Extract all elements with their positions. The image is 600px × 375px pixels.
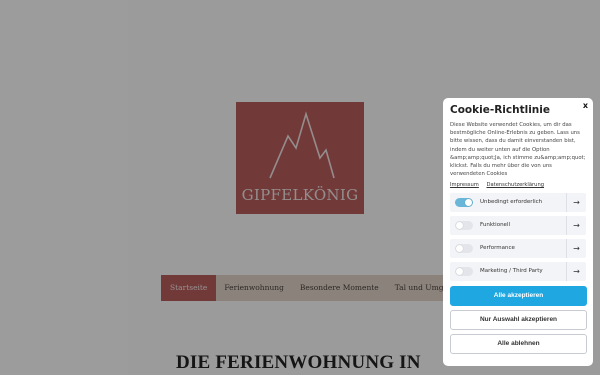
category-label: Unbedingt erforderlich [480, 199, 543, 206]
impressum-link[interactable]: Impressum [450, 182, 479, 188]
cookie-title: Cookie-Richtlinie [450, 104, 550, 116]
accept-selection-button[interactable]: Nur Auswahl akzeptieren [450, 310, 587, 331]
category-label: Performance [480, 245, 515, 252]
category-functional: Funktionell → [450, 216, 586, 236]
arrow-right-icon[interactable]: → [566, 262, 586, 282]
cookie-dialog: x Cookie-Richtlinie Diese Website verwen… [443, 98, 593, 366]
performance-toggle[interactable] [455, 244, 473, 254]
reject-all-button[interactable]: Alle ablehnen [450, 334, 587, 355]
cookie-links: Impressum Datenschutzerklärung [450, 182, 586, 188]
cookie-description: Diese Website verwendet Cookies, um dir … [450, 122, 586, 178]
category-marketing: Marketing / Third Party → [450, 262, 586, 282]
close-icon[interactable]: x [583, 101, 588, 110]
accept-all-button[interactable]: Alle akzeptieren [450, 286, 587, 307]
marketing-toggle[interactable] [455, 267, 473, 277]
category-necessary: Unbedingt erforderlich → [450, 193, 586, 213]
cookie-categories: Unbedingt erforderlich → Funktionell → P… [450, 193, 586, 282]
privacy-link[interactable]: Datenschutzerklärung [487, 182, 545, 188]
category-label: Funktionell [480, 222, 510, 229]
functional-toggle[interactable] [455, 221, 473, 231]
arrow-right-icon[interactable]: → [566, 216, 586, 236]
category-performance: Performance → [450, 239, 586, 259]
arrow-right-icon[interactable]: → [566, 239, 586, 259]
arrow-right-icon[interactable]: → [566, 193, 586, 213]
category-label: Marketing / Third Party [480, 268, 543, 275]
necessary-toggle[interactable] [455, 198, 473, 208]
